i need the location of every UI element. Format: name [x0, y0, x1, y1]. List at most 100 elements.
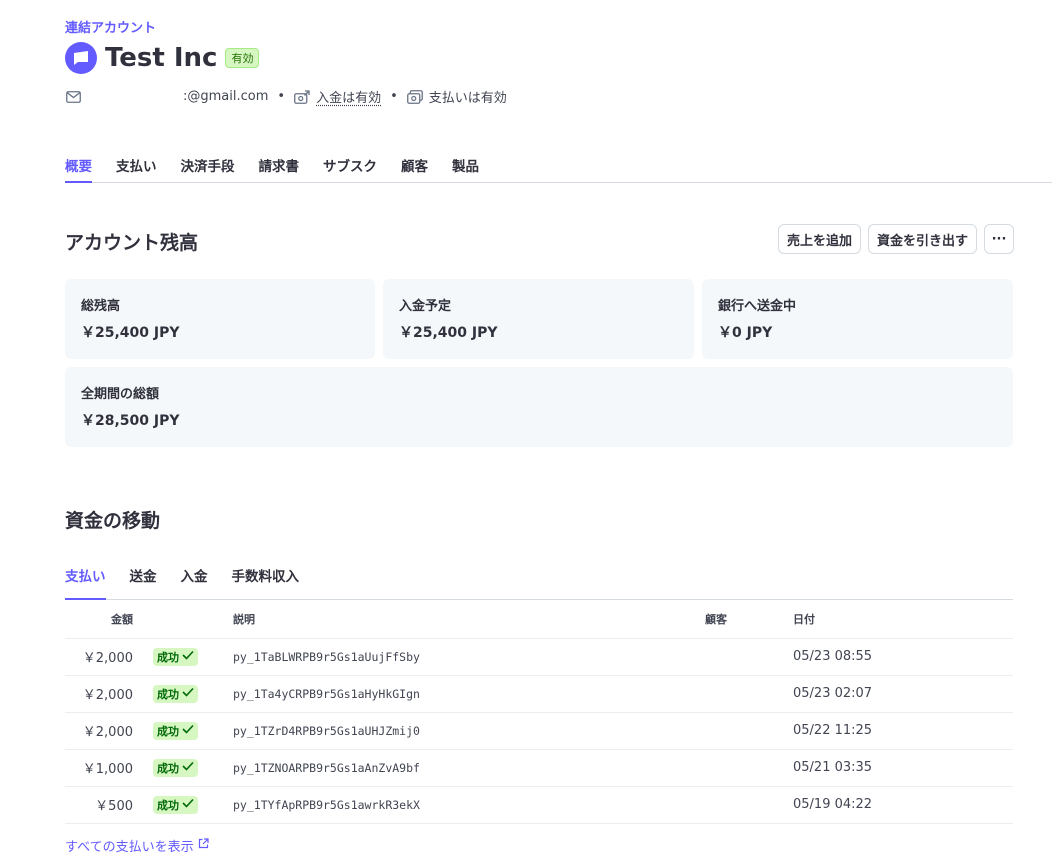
column-header-customer: 顧客: [705, 600, 793, 639]
payment-description: py_1TZrD4RPB9r5Gs1aUHJZmij0: [233, 712, 705, 750]
tab-movements-payments[interactable]: 支払い: [65, 565, 106, 600]
check-icon: [182, 724, 194, 737]
card-label: 総残高: [81, 299, 121, 314]
status-badge: 成功: [153, 721, 198, 740]
external-link-icon: [198, 838, 209, 853]
table-header-row: 金額 説明 顧客 日付: [65, 600, 1013, 639]
status-label: 成功: [157, 724, 179, 738]
payment-customer: [705, 638, 793, 676]
column-header-amount: 金額: [65, 600, 145, 639]
balance-card-total: 総残高 ￥25,400 JPY: [65, 279, 375, 359]
check-icon: [182, 687, 194, 700]
status-label: 成功: [157, 650, 179, 664]
table-row[interactable]: ￥500 成功 py_1TYfApRPB9r5Gs1awrkR3ekX 05/1…: [65, 786, 1013, 824]
account-header: Test Inc 有効: [65, 42, 260, 74]
tab-payment-methods[interactable]: 決済手段: [181, 155, 235, 183]
view-all-label: すべての支払いを表示: [65, 840, 194, 855]
mail-icon: [65, 89, 81, 105]
check-icon: [182, 798, 194, 811]
breadcrumb-connected-account[interactable]: 連結アカウント: [65, 17, 156, 36]
table-row[interactable]: ￥2,000 成功 py_1TZrD4RPB9r5Gs1aUHJZmij0 05…: [65, 712, 1013, 750]
more-actions-button[interactable]: ···: [984, 224, 1014, 254]
payment-amount: ￥2,000: [65, 638, 145, 676]
logo-icon: [65, 42, 97, 74]
payment-description: py_1TZNOARPB9r5Gs1aAnZvA9bf: [233, 749, 705, 787]
payment-amount: ￥500: [65, 786, 145, 824]
table-row[interactable]: ￥2,000 成功 py_1TaBLWRPB9r5Gs1aUujFfSby 05…: [65, 638, 1013, 676]
movements-tabs: 支払い 送金 入金 手数料収入: [65, 565, 1013, 600]
withdraw-funds-button[interactable]: 資金を引き出す: [867, 224, 977, 254]
tab-movements-fees[interactable]: 手数料収入: [232, 565, 300, 600]
payment-date: 05/23 02:07: [793, 675, 1013, 713]
table-row[interactable]: ￥1,000 成功 py_1TZNOARPB9r5Gs1aAnZvA9bf 05…: [65, 749, 1013, 787]
balance-heading: アカウント残高: [65, 232, 199, 254]
payment-description: py_1TYfApRPB9r5Gs1awrkR3ekX: [233, 786, 705, 824]
main-nav-tabs: 概要 支払い 決済手段 請求書 サブスク 顧客 製品: [65, 155, 1052, 183]
column-header-status: [145, 600, 233, 639]
tab-customers[interactable]: 顧客: [401, 155, 428, 183]
payment-description: py_1TaBLWRPB9r5Gs1aUujFfSby: [233, 638, 705, 676]
status-badge: 成功: [153, 647, 198, 666]
status-badge: 成功: [153, 795, 198, 814]
card-label: 銀行へ送金中: [718, 299, 797, 314]
payout-icon: [294, 89, 310, 105]
payment-date: 05/19 04:22: [793, 786, 1013, 824]
add-sales-button[interactable]: 売上を追加: [777, 224, 861, 254]
payment-status-cell: 成功: [145, 786, 233, 824]
card-label: 入金予定: [399, 299, 452, 314]
balance-actions: 売上を追加 資金を引き出す ···: [777, 224, 1014, 254]
payment-date: 05/21 03:35: [793, 749, 1013, 787]
page-title: Test Inc: [105, 43, 218, 73]
status-badge: 成功: [153, 758, 198, 777]
table-row[interactable]: ￥2,000 成功 py_1Ta4yCRPB9r5Gs1aHyHkGIgn 05…: [65, 675, 1013, 713]
separator-dot: •: [277, 89, 286, 104]
payment-amount: ￥1,000: [65, 749, 145, 787]
balance-card-in-transit: 銀行へ送金中 ￥0 JPY: [702, 279, 1013, 359]
tab-products[interactable]: 製品: [452, 155, 479, 183]
card-value: ￥25,400 JPY: [399, 325, 498, 341]
payments-icon: [406, 89, 423, 105]
card-value: ￥0 JPY: [718, 325, 773, 341]
card-label: 全期間の総額: [81, 387, 160, 402]
status-label: 成功: [157, 687, 179, 701]
payouts-status-link[interactable]: 入金は有効: [316, 87, 381, 106]
payment-status-cell: 成功: [145, 712, 233, 750]
balance-card-lifetime: 全期間の総額 ￥28,500 JPY: [65, 367, 1013, 447]
card-value: ￥25,400 JPY: [81, 325, 180, 341]
view-all-payments-link[interactable]: すべての支払いを表示: [65, 836, 209, 855]
status-label: 成功: [157, 798, 179, 812]
balance-card-incoming: 入金予定 ￥25,400 JPY: [383, 279, 694, 359]
status-label: 成功: [157, 761, 179, 775]
check-icon: [182, 650, 194, 663]
tab-movements-payouts[interactable]: 入金: [181, 565, 208, 600]
tab-overview[interactable]: 概要: [65, 155, 92, 183]
payment-customer: [705, 749, 793, 787]
payments-status: 支払いは有効: [428, 91, 507, 106]
separator-dot: •: [390, 89, 398, 104]
card-value: ￥28,500 JPY: [81, 413, 180, 429]
tab-payments[interactable]: 支払い: [116, 155, 157, 183]
column-header-description: 説明: [233, 600, 705, 639]
payment-customer: [705, 786, 793, 824]
payment-customer: [705, 675, 793, 713]
column-header-date: 日付: [793, 600, 1013, 639]
payment-status-cell: 成功: [145, 749, 233, 787]
tab-invoices[interactable]: 請求書: [259, 155, 300, 183]
status-badge: 有効: [225, 48, 260, 68]
payments-table: 金額 説明 顧客 日付 ￥2,000 成功 py_1TaBLWRPB9r5Gs1…: [65, 600, 1013, 824]
check-icon: [182, 761, 194, 774]
payment-description: py_1Ta4yCRPB9r5Gs1aHyHkGIgn: [233, 675, 705, 713]
payment-status-cell: 成功: [145, 675, 233, 713]
email-text: :@gmail.com: [183, 89, 269, 104]
payment-customer: [705, 712, 793, 750]
status-badge: 成功: [153, 684, 198, 703]
payment-date: 05/22 11:25: [793, 712, 1013, 750]
tab-subscriptions[interactable]: サブスク: [323, 155, 377, 183]
payment-date: 05/23 08:55: [793, 638, 1013, 676]
payment-amount: ￥2,000: [65, 675, 145, 713]
tab-movements-transfers[interactable]: 送金: [130, 565, 157, 600]
account-meta: :@gmail.com • 入金は有効 • 支払いは有効: [65, 87, 507, 106]
payment-amount: ￥2,000: [65, 712, 145, 750]
movements-heading: 資金の移動: [65, 510, 161, 532]
payment-status-cell: 成功: [145, 638, 233, 676]
